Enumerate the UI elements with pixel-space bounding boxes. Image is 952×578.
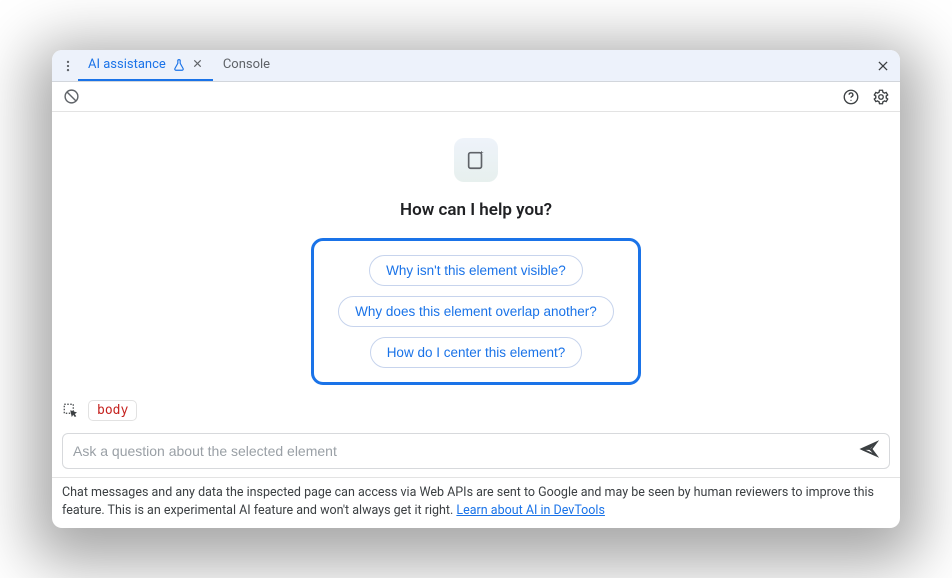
tab-console[interactable]: Console bbox=[213, 50, 280, 81]
footer-link[interactable]: Learn about AI in DevTools bbox=[456, 503, 605, 518]
question-input[interactable] bbox=[73, 443, 851, 459]
suggestion-chip[interactable]: Why does this element overlap another? bbox=[338, 296, 614, 327]
close-panel-button[interactable] bbox=[866, 50, 900, 81]
clear-button[interactable] bbox=[60, 86, 82, 108]
suggestions-box: Why isn't this element visible? Why does… bbox=[311, 238, 641, 385]
footer-disclaimer: Chat messages and any data the inspected… bbox=[52, 477, 900, 528]
suggestion-chip[interactable]: How do I center this element? bbox=[370, 337, 583, 368]
flask-icon bbox=[172, 58, 186, 72]
main-area: How can I help you? Why isn't this eleme… bbox=[52, 112, 900, 395]
element-picker-icon[interactable] bbox=[62, 402, 80, 420]
devtools-panel: AI assistance Console bbox=[52, 50, 900, 528]
input-wrap bbox=[62, 433, 890, 469]
context-bar: body bbox=[52, 395, 900, 427]
send-button[interactable] bbox=[859, 439, 879, 463]
suggestion-chip[interactable]: Why isn't this element visible? bbox=[369, 255, 583, 286]
settings-button[interactable] bbox=[870, 86, 892, 108]
selected-element-chip[interactable]: body bbox=[88, 400, 137, 421]
toolbar bbox=[52, 82, 900, 112]
more-tabs-button[interactable] bbox=[58, 50, 78, 81]
ai-spark-icon bbox=[454, 138, 498, 182]
heading: How can I help you? bbox=[400, 200, 552, 220]
close-tab-button[interactable] bbox=[192, 58, 203, 72]
tab-ai-assistance[interactable]: AI assistance bbox=[78, 50, 213, 81]
input-row bbox=[52, 427, 900, 477]
help-button[interactable] bbox=[840, 86, 862, 108]
tab-label: AI assistance bbox=[88, 57, 166, 72]
tab-label: Console bbox=[223, 57, 270, 72]
tab-bar: AI assistance Console bbox=[52, 50, 900, 82]
